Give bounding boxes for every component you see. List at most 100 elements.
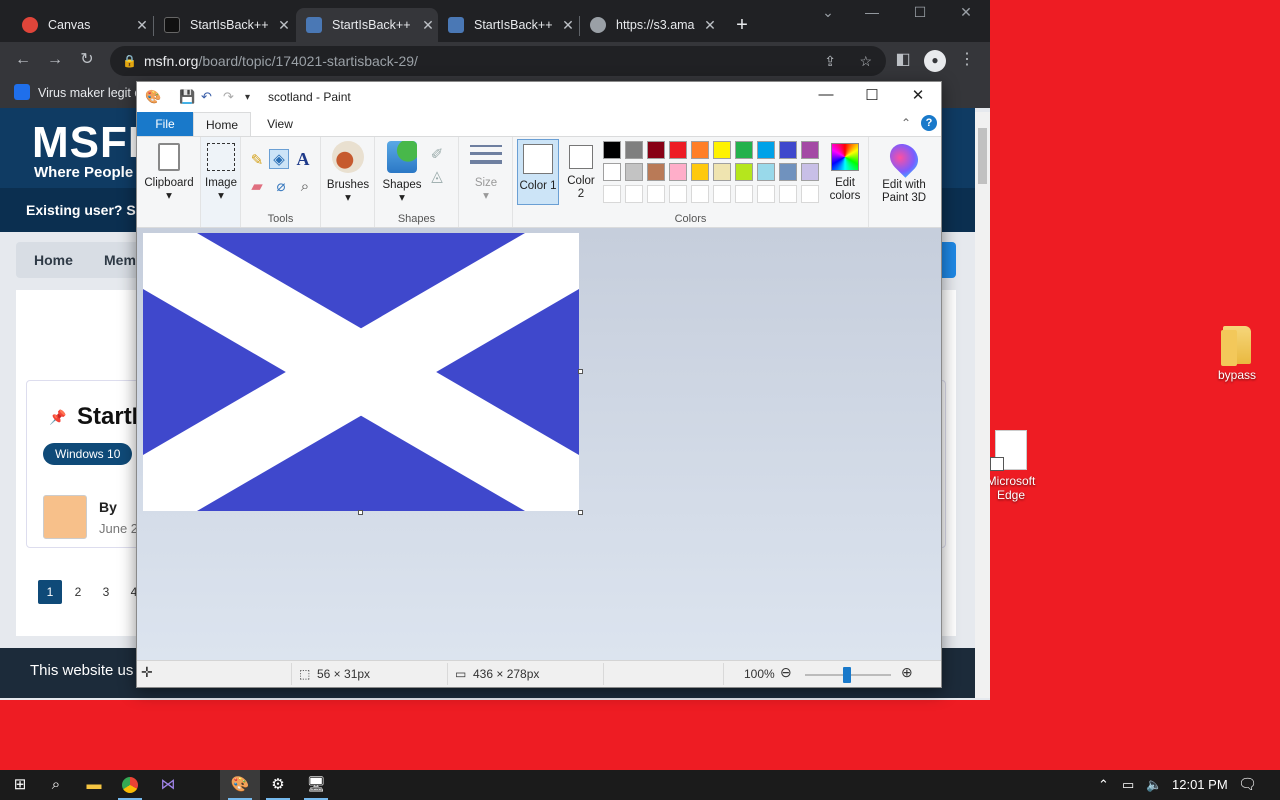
edit-with-paint3d-button[interactable]: Edit with Paint 3D xyxy=(873,138,935,205)
color-swatch[interactable] xyxy=(625,163,643,181)
collapse-ribbon-icon[interactable]: ⌃ xyxy=(901,116,911,130)
settings-gear-icon[interactable]: ⚙ xyxy=(258,770,298,800)
color-swatch[interactable] xyxy=(647,141,665,159)
color-swatch[interactable] xyxy=(713,141,731,159)
drawing-canvas[interactable] xyxy=(143,233,579,511)
customize-quick-access-icon[interactable]: ▾ xyxy=(245,92,250,103)
close-icon[interactable]: ✕ xyxy=(418,17,438,34)
start-windows-icon[interactable]: ⊞ xyxy=(0,770,40,800)
magnifier-icon[interactable]: ⌕ xyxy=(295,177,315,197)
avatar[interactable] xyxy=(43,495,87,539)
color-swatch[interactable] xyxy=(691,141,709,159)
chrome-icon[interactable] xyxy=(110,770,150,800)
share-icon[interactable]: ⇪ xyxy=(824,46,836,76)
save-icon[interactable]: 💾 xyxy=(179,89,195,105)
canvas-area[interactable] xyxy=(137,228,941,660)
new-tab-button[interactable]: + xyxy=(730,14,754,37)
color-swatch[interactable] xyxy=(757,163,775,181)
paint-taskbar-icon[interactable]: 🎨 xyxy=(220,770,260,800)
color-swatch[interactable] xyxy=(713,163,731,181)
eraser-icon[interactable]: ▰ xyxy=(247,177,267,197)
shapes-button[interactable]: Shapes ▾ xyxy=(379,141,425,205)
browser-tab-s3[interactable]: https://s3.ama ✕ xyxy=(580,8,720,42)
browser-tab-startisback-3[interactable]: StartIsBack++ ✕ xyxy=(438,8,578,42)
color1-button[interactable]: Color 1 xyxy=(517,139,559,205)
color-swatch[interactable] xyxy=(669,163,687,181)
color-swatch[interactable] xyxy=(801,163,819,181)
color-swatch[interactable] xyxy=(779,163,797,181)
remote-desktop-icon[interactable]: 🖥 xyxy=(296,770,336,800)
tab-home[interactable]: Home xyxy=(193,112,251,136)
browser-tab-startisback-1[interactable]: StartIsBack++ ✕ xyxy=(154,8,294,42)
help-icon[interactable]: ? xyxy=(921,115,937,131)
visual-studio-icon[interactable]: ⋈ xyxy=(148,770,188,800)
back-arrow-icon[interactable]: ← xyxy=(12,50,34,72)
profile-icon[interactable]: ● xyxy=(924,50,946,72)
custom-color-slot[interactable] xyxy=(603,185,621,203)
clipboard-button[interactable]: Clipboard ▾ xyxy=(141,143,197,203)
breadcrumb-home[interactable]: Home xyxy=(34,252,73,268)
color2-button[interactable]: Color 2 xyxy=(563,145,599,201)
custom-color-slot[interactable] xyxy=(735,185,753,203)
fill-shape-icon[interactable]: ◬ xyxy=(427,167,447,187)
outline-icon[interactable]: ✐ xyxy=(427,145,447,165)
desktop-icon-bypass[interactable]: bypass xyxy=(1202,326,1272,382)
color-swatch[interactable] xyxy=(625,141,643,159)
minimize-button[interactable]: — xyxy=(803,86,849,103)
notifications-icon[interactable]: 🗨 xyxy=(1238,775,1257,793)
text-tool-icon[interactable]: A xyxy=(293,149,313,169)
resize-handle-corner[interactable] xyxy=(578,510,583,515)
chevron-up-icon[interactable]: ⌃ xyxy=(1098,777,1109,793)
fill-icon[interactable]: ◈ xyxy=(269,149,289,169)
browser-tab-canvas[interactable]: Canvas ✕ xyxy=(12,8,152,42)
maximize-button[interactable]: ☐ xyxy=(900,4,940,21)
custom-color-slot[interactable] xyxy=(669,185,687,203)
bookmark-item[interactable]: Virus maker legit c xyxy=(38,86,141,100)
custom-color-slot[interactable] xyxy=(647,185,665,203)
sidepanel-icon[interactable]: ◧ xyxy=(892,50,914,72)
color-swatch[interactable] xyxy=(603,163,621,181)
file-explorer-icon[interactable]: ▬ xyxy=(74,770,114,800)
network-icon[interactable]: ▭ xyxy=(1122,777,1134,793)
color-swatch[interactable] xyxy=(669,141,687,159)
address-bar[interactable]: 🔒 msfn.org/board/topic/174021-startisbac… xyxy=(110,46,886,76)
browser-tab-startisback-2[interactable]: StartIsBack++ ✕ xyxy=(296,8,438,42)
custom-color-slot[interactable] xyxy=(801,185,819,203)
reload-icon[interactable]: ↻ xyxy=(76,50,98,72)
brushes-button[interactable]: Brushes ▾ xyxy=(325,141,371,205)
color-swatch[interactable] xyxy=(735,141,753,159)
page-scrollbar[interactable] xyxy=(975,112,990,698)
chevron-down-icon[interactable]: ⌄ xyxy=(808,4,848,21)
custom-color-slot[interactable] xyxy=(713,185,731,203)
size-button[interactable]: Size ▾ xyxy=(465,145,507,203)
custom-color-slot[interactable] xyxy=(691,185,709,203)
close-button[interactable]: ✕ xyxy=(946,4,986,21)
minimize-button[interactable]: — xyxy=(852,4,892,20)
search-icon[interactable]: ⌕ xyxy=(36,770,76,800)
close-button[interactable]: ✕ xyxy=(895,86,941,104)
color-swatch[interactable] xyxy=(779,141,797,159)
clock-time[interactable]: 12:01 PM xyxy=(1172,777,1228,792)
color-picker-icon[interactable]: ⌀ xyxy=(271,177,291,197)
zoom-in-icon[interactable]: ⊕ xyxy=(901,664,913,681)
maximize-button[interactable]: ☐ xyxy=(849,86,895,104)
paint-app-icon[interactable]: 🎨 xyxy=(145,89,161,105)
forward-arrow-icon[interactable]: → xyxy=(44,50,66,72)
color-swatch[interactable] xyxy=(691,163,709,181)
menu-icon[interactable]: ⋮ xyxy=(956,50,978,72)
resize-handle-right[interactable] xyxy=(578,369,583,374)
volume-icon[interactable]: 🔈 xyxy=(1146,777,1162,793)
page-3[interactable]: 3 xyxy=(94,580,118,604)
zoom-slider-thumb[interactable] xyxy=(843,667,851,683)
color-swatch[interactable] xyxy=(647,163,665,181)
close-icon[interactable]: ✕ xyxy=(558,17,578,34)
close-icon[interactable]: ✕ xyxy=(700,17,720,34)
tab-view[interactable]: View xyxy=(255,112,305,136)
custom-color-slot[interactable] xyxy=(625,185,643,203)
pencil-icon[interactable]: ✎ xyxy=(247,151,267,171)
color-swatch[interactable] xyxy=(801,141,819,159)
custom-color-slot[interactable] xyxy=(779,185,797,203)
undo-icon[interactable]: ↶ xyxy=(201,89,212,105)
breadcrumb-members[interactable]: Mem xyxy=(104,252,136,268)
close-icon[interactable]: ✕ xyxy=(132,17,152,34)
